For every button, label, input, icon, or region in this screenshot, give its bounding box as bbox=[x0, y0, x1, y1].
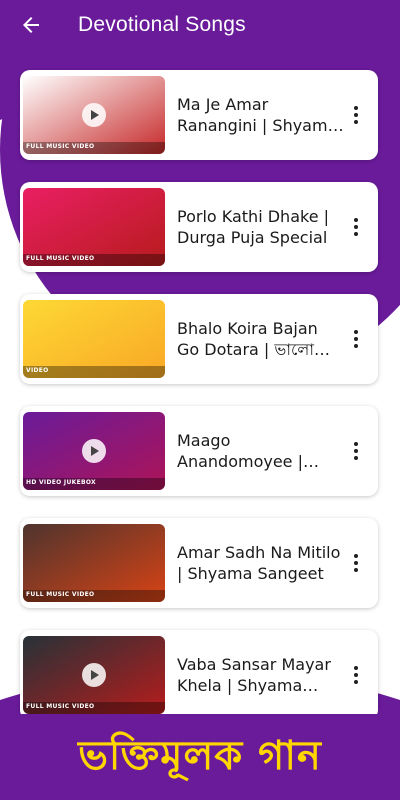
song-card[interactable]: FULL MUSIC VIDEO Amar Sadh Na Mitilo | S… bbox=[20, 518, 378, 608]
song-thumbnail[interactable]: FULL MUSIC VIDEO bbox=[23, 524, 165, 602]
play-icon[interactable] bbox=[82, 439, 106, 463]
more-options-button[interactable] bbox=[344, 549, 368, 577]
play-icon[interactable] bbox=[82, 103, 106, 127]
song-title[interactable]: Vaba Sansar Mayar Khela | Shyama Sangeet bbox=[177, 654, 344, 696]
arrow-left-icon bbox=[23, 17, 39, 33]
more-options-button[interactable] bbox=[344, 661, 368, 689]
more-options-button[interactable] bbox=[344, 101, 368, 129]
dot-icon bbox=[354, 673, 358, 677]
song-card[interactable]: VIDEO Bhalo Koira Bajan Go Dotara | ভালো… bbox=[20, 294, 378, 384]
song-title[interactable]: Porlo Kathi Dhake | Durga Puja Special bbox=[177, 206, 344, 248]
dot-icon bbox=[354, 561, 358, 565]
song-card[interactable]: HD VIDEO JUKEBOX Maago Anandomoyee | Ben… bbox=[20, 406, 378, 496]
song-thumbnail[interactable]: FULL MUSIC VIDEO bbox=[23, 76, 165, 154]
more-options-button[interactable] bbox=[344, 325, 368, 353]
song-card[interactable]: FULL MUSIC VIDEO Ma Je Amar Ranangini | … bbox=[20, 70, 378, 160]
song-thumbnail[interactable]: FULL MUSIC VIDEO bbox=[23, 188, 165, 266]
song-title[interactable]: Ma Je Amar Ranangini | Shyama Sangeet bbox=[177, 94, 344, 136]
bottom-banner: ভক্তিমূলক গান bbox=[0, 714, 400, 800]
play-icon[interactable] bbox=[82, 663, 106, 687]
thumbnail-tag: FULL MUSIC VIDEO bbox=[26, 143, 95, 150]
dot-icon bbox=[354, 120, 358, 124]
dot-icon bbox=[354, 442, 358, 446]
thumbnail-tag: VIDEO bbox=[26, 367, 49, 374]
dot-icon bbox=[354, 106, 358, 110]
dot-icon bbox=[354, 456, 358, 460]
thumbnail-tag: FULL MUSIC VIDEO bbox=[26, 255, 95, 262]
more-options-button[interactable] bbox=[344, 437, 368, 465]
thumbnail-tag: HD VIDEO JUKEBOX bbox=[26, 479, 96, 486]
dot-icon bbox=[354, 344, 358, 348]
dot-icon bbox=[354, 225, 358, 229]
song-thumbnail[interactable]: FULL MUSIC VIDEO bbox=[23, 636, 165, 714]
app-bar: Devotional Songs bbox=[0, 0, 400, 50]
song-title[interactable]: Amar Sadh Na Mitilo | Shyama Sangeet bbox=[177, 542, 344, 584]
more-options-button[interactable] bbox=[344, 213, 368, 241]
dot-icon bbox=[354, 680, 358, 684]
dot-icon bbox=[354, 568, 358, 572]
dot-icon bbox=[354, 449, 358, 453]
thumbnail-tag: FULL MUSIC VIDEO bbox=[26, 591, 95, 598]
dot-icon bbox=[354, 337, 358, 341]
song-card[interactable]: FULL MUSIC VIDEO Porlo Kathi Dhake | Dur… bbox=[20, 182, 378, 272]
dot-icon bbox=[354, 330, 358, 334]
song-list: FULL MUSIC VIDEO Ma Je Amar Ranangini | … bbox=[20, 70, 378, 742]
banner-text: ভক্তিমূলক গান bbox=[78, 732, 322, 779]
song-thumbnail[interactable]: HD VIDEO JUKEBOX bbox=[23, 412, 165, 490]
thumbnail-tag: FULL MUSIC VIDEO bbox=[26, 703, 95, 710]
dot-icon bbox=[354, 232, 358, 236]
page-title: Devotional Songs bbox=[78, 13, 246, 36]
song-title[interactable]: Maago Anandomoyee | Bengali Devotional bbox=[177, 430, 344, 472]
song-title[interactable]: Bhalo Koira Bajan Go Dotara | ভালো কইরা … bbox=[177, 318, 344, 360]
dot-icon bbox=[354, 666, 358, 670]
song-thumbnail[interactable]: VIDEO bbox=[23, 300, 165, 378]
back-button[interactable] bbox=[6, 0, 56, 50]
dot-icon bbox=[354, 218, 358, 222]
song-card[interactable]: FULL MUSIC VIDEO Vaba Sansar Mayar Khela… bbox=[20, 630, 378, 720]
dot-icon bbox=[354, 554, 358, 558]
dot-icon bbox=[354, 113, 358, 117]
